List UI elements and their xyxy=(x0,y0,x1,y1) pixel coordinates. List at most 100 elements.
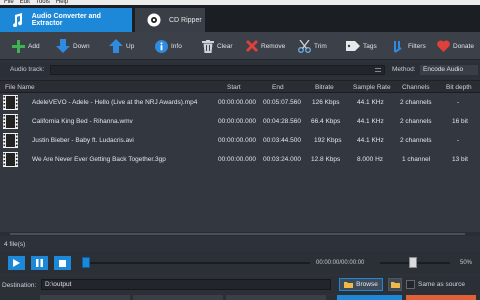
move-up-button[interactable]: Up xyxy=(109,36,134,56)
file-bit-depth: 13 bit xyxy=(452,156,468,163)
file-channels: 1 channel xyxy=(402,156,431,163)
browse-label: Browse xyxy=(356,281,378,288)
arrow-down-icon xyxy=(56,39,70,53)
output-quality-button[interactable] xyxy=(133,295,223,300)
column-bit-depth[interactable]: Bit depth xyxy=(446,84,472,91)
heart-icon xyxy=(437,40,450,52)
audio-track-select[interactable] xyxy=(50,65,385,75)
play-button[interactable] xyxy=(8,256,25,270)
folder-icon xyxy=(344,282,354,288)
donate-label: Donate xyxy=(453,42,474,50)
file-sample-rate: 8.000 Hz xyxy=(357,156,384,163)
file-start: 00:00:00.000 xyxy=(218,99,256,106)
open-folder-icon xyxy=(390,282,400,288)
file-bit-depth: - xyxy=(457,99,460,106)
file-count: 4 file(s) xyxy=(4,241,26,248)
horizontal-scrollbar[interactable] xyxy=(0,232,480,236)
file-table: File Name Start End Bitrate Sample Rate … xyxy=(0,80,480,232)
column-start[interactable]: Start xyxy=(227,84,241,91)
destination-input[interactable]: D:\output xyxy=(41,279,331,290)
add-label: Add xyxy=(28,42,40,50)
tab-audio-converter[interactable]: Audio Converter and Extractor xyxy=(0,8,132,32)
column-end[interactable]: End xyxy=(272,84,284,91)
film-icon xyxy=(3,152,18,167)
audio-track-label: Audio track: xyxy=(10,66,45,73)
info-button[interactable]: Info xyxy=(155,36,182,56)
pause-button[interactable] xyxy=(31,256,48,270)
filter-icon xyxy=(394,40,402,53)
file-channels: 2 channels xyxy=(400,118,432,125)
file-end: 00:05:07.560 xyxy=(263,99,301,106)
cd-icon xyxy=(145,13,163,27)
destination-bar: Destination: D:\output Browse Same as so… xyxy=(0,276,480,300)
column-channels[interactable]: Channels xyxy=(402,84,429,91)
tab-cd-ripper-label: CD Ripper xyxy=(169,16,202,24)
tags-button[interactable]: Tags xyxy=(346,36,377,56)
add-button[interactable]: Add xyxy=(12,36,40,56)
column-sample-rate[interactable]: Sample Rate xyxy=(353,84,391,91)
volume-handle[interactable] xyxy=(409,257,417,268)
filters-button[interactable]: Filters xyxy=(392,36,426,56)
open-folder-button[interactable] xyxy=(388,278,402,291)
table-row[interactable]: Justin Bieber - Baby ft. Ludacris.avi 00… xyxy=(0,131,480,150)
table-row[interactable]: AdeleVEVO - Adele - Hello (Live at the N… xyxy=(0,93,480,112)
file-end: 00:03:44.500 xyxy=(263,137,301,144)
audio-track-bar: Audio track: Method: Encode Audio xyxy=(0,62,480,77)
file-name: We Are Never Ever Getting Back Together.… xyxy=(32,156,166,163)
file-start: 00:00:00.000 xyxy=(218,156,256,163)
destination-label: Destination: xyxy=(2,282,37,289)
menu-help[interactable]: Help xyxy=(56,0,68,5)
method-select[interactable]: Encode Audio xyxy=(420,65,478,75)
down-label: Down xyxy=(73,42,90,50)
menu-edit[interactable]: Edit xyxy=(20,0,30,5)
file-end: 00:03:24.000 xyxy=(263,156,301,163)
browse-button[interactable]: Browse xyxy=(339,278,383,291)
file-start: 00:00:00.000 xyxy=(218,137,256,144)
file-sample-rate: 44.1 KHz xyxy=(357,99,384,106)
music-note-icon xyxy=(8,13,26,27)
donate-button[interactable]: Donate xyxy=(437,36,474,56)
trim-button[interactable]: Trim xyxy=(298,36,327,56)
toolbar: Add Down Up Info Clear Remove Trim Tags … xyxy=(0,32,480,60)
file-bitrate: 126 Kbps xyxy=(312,99,340,106)
column-bitrate[interactable]: Bitrate xyxy=(315,84,334,91)
scrollbar-thumb[interactable] xyxy=(10,233,465,235)
filters-label: Filters xyxy=(408,42,426,50)
column-file-name[interactable]: File Name xyxy=(5,84,35,91)
file-channels: 2 channels xyxy=(400,99,432,106)
menu-file[interactable]: File xyxy=(4,0,14,5)
tab-cd-ripper[interactable]: CD Ripper xyxy=(135,8,205,32)
move-down-button[interactable]: Down xyxy=(56,36,90,56)
seek-slider[interactable] xyxy=(86,262,310,264)
convert-button[interactable] xyxy=(337,295,402,300)
same-as-source-checkbox[interactable] xyxy=(406,280,415,289)
file-name: Justin Bieber - Baby ft. Ludacris.avi xyxy=(32,137,134,144)
clear-button[interactable]: Clear xyxy=(202,36,233,56)
stop-button[interactable] xyxy=(54,256,71,270)
table-row[interactable]: California King Bed - Rihanna.wmv 00:00:… xyxy=(0,112,480,131)
output-format-button[interactable] xyxy=(40,295,130,300)
close-icon xyxy=(246,40,258,52)
scissors-icon xyxy=(298,39,311,53)
play-icon xyxy=(13,259,20,267)
volume-percent: 50% xyxy=(460,260,473,266)
file-bitrate: 66.4 Kbps xyxy=(311,118,341,125)
file-end: 00:04:28.560 xyxy=(263,118,301,125)
output-options-button[interactable] xyxy=(226,295,326,300)
table-row[interactable]: We Are Never Ever Getting Back Together.… xyxy=(0,150,480,169)
menu-tools[interactable]: Tools xyxy=(36,0,50,5)
file-bit-depth: - xyxy=(457,137,460,144)
tags-label: Tags xyxy=(363,42,377,50)
method-label: Method: xyxy=(392,66,416,73)
remove-button[interactable]: Remove xyxy=(246,36,285,56)
remove-label: Remove xyxy=(261,42,286,50)
film-icon xyxy=(3,95,18,110)
arrow-up-icon xyxy=(109,39,123,53)
trash-icon xyxy=(202,39,214,53)
seek-handle[interactable] xyxy=(82,257,90,268)
tab-bar: Audio Converter and Extractor CD Ripper xyxy=(0,5,480,32)
file-channels: 2 channels xyxy=(400,137,432,144)
cancel-button[interactable] xyxy=(406,295,476,300)
same-as-source-label: Same as source xyxy=(418,281,465,288)
tag-icon xyxy=(346,41,360,51)
